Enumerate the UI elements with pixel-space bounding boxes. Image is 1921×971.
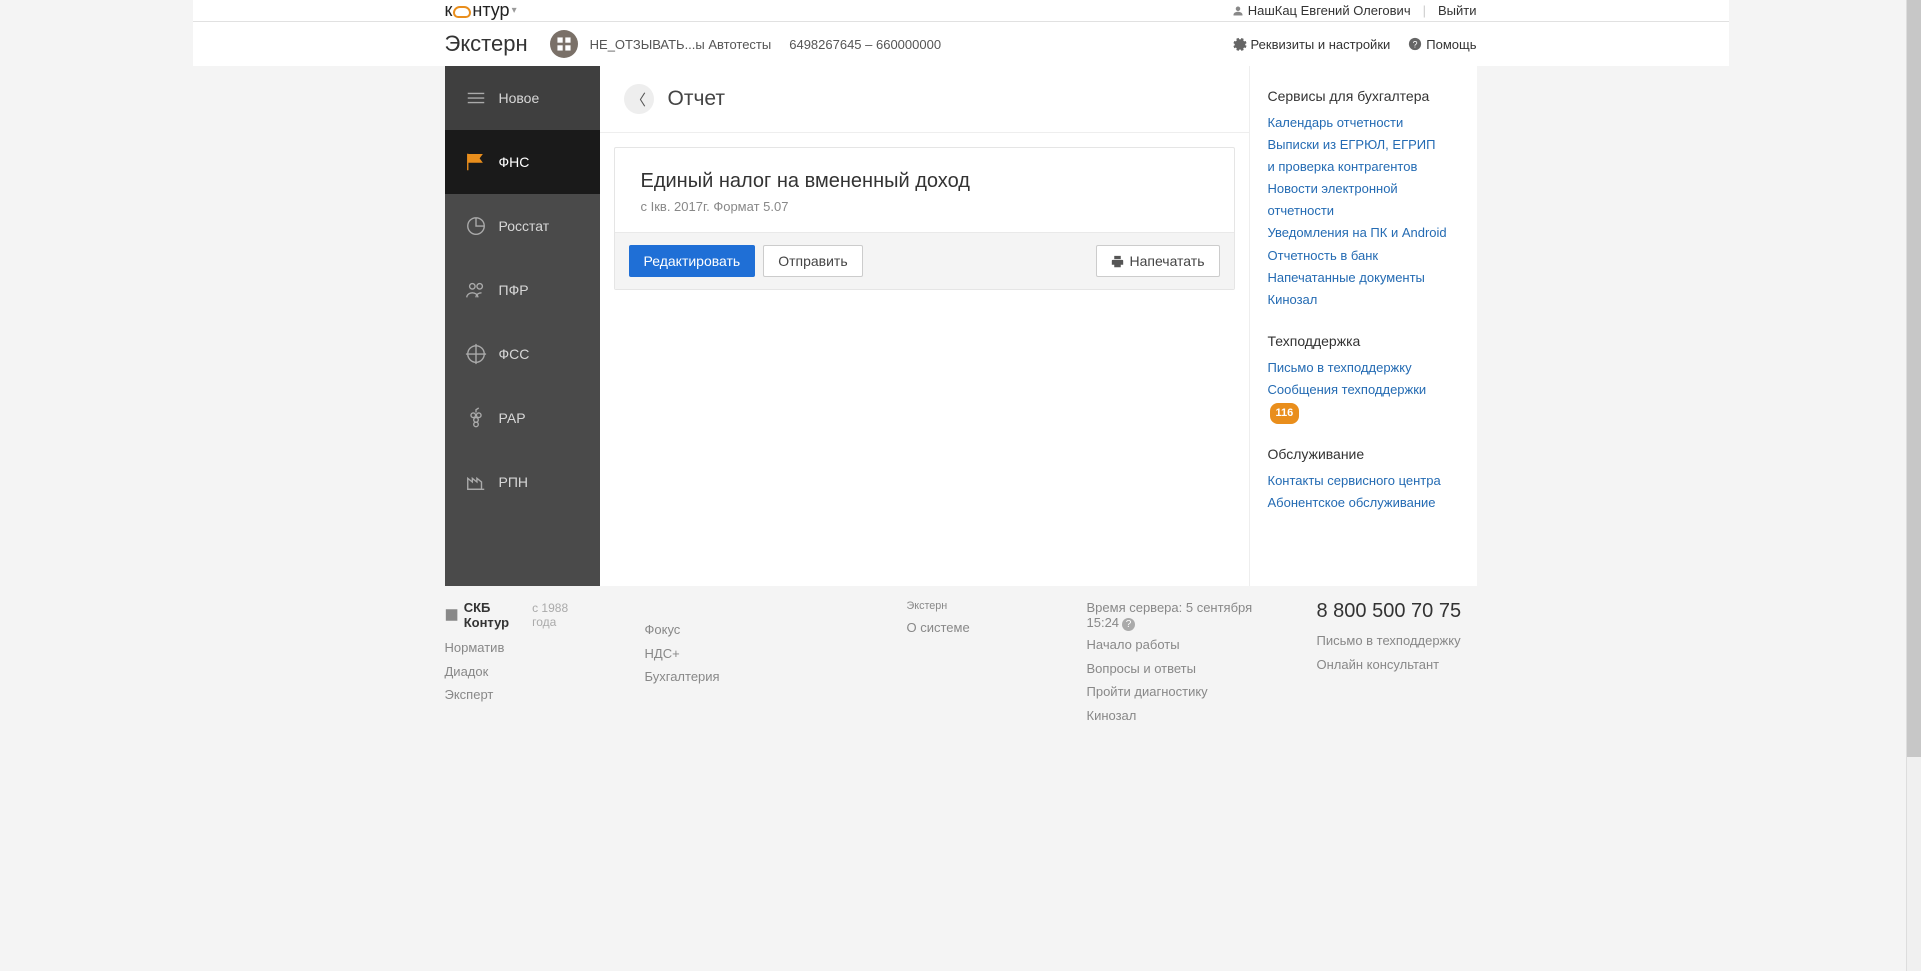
page-title: Отчет [668, 87, 726, 111]
settings-link[interactable]: Реквизиты и настройки [1233, 37, 1391, 52]
server-time: Время сервера: 5 сентября 15:24? [1087, 600, 1257, 631]
flink-start[interactable]: Начало работы [1087, 635, 1257, 655]
help-icon[interactable]: ? [1122, 618, 1135, 631]
edit-button[interactable]: Редактировать [629, 245, 756, 277]
link-news[interactable]: Новости электронной отчетности [1268, 178, 1459, 222]
link-notify[interactable]: Уведомления на ПК и Android [1268, 222, 1459, 244]
org-number: 6498267645 – 660000000 [789, 37, 941, 52]
sidebar: Новое ФНС Росстат ПФР ФСС РАР [445, 66, 600, 586]
gear-icon [1233, 37, 1247, 51]
separator: | [1423, 3, 1426, 18]
grapes-icon [465, 407, 487, 429]
nav-rpn[interactable]: РПН [445, 450, 600, 514]
help-icon: ? [1408, 37, 1422, 51]
org-switcher[interactable] [550, 30, 578, 58]
back-button[interactable]: 〈 [624, 84, 654, 114]
services-heading: Сервисы для бухгалтера [1268, 88, 1459, 104]
flink-diag[interactable]: Пройти диагностику [1087, 682, 1257, 702]
flink-about[interactable]: О системе [907, 618, 1027, 638]
flink-expert[interactable]: Эксперт [445, 685, 585, 705]
link-subscription[interactable]: Абонентское обслуживание [1268, 492, 1459, 514]
support-heading: Техподдержка [1268, 333, 1459, 349]
right-panel: Сервисы для бухгалтера Календарь отчетно… [1249, 66, 1477, 586]
flink-diadok[interactable]: Диадок [445, 662, 585, 682]
link-printed[interactable]: Напечатанные документы [1268, 267, 1459, 289]
chevron-down-icon: ▾ [512, 5, 517, 16]
footer-extern: Экстерн [907, 600, 1027, 612]
report-card: Единый налог на вмененный доход с Iкв. 2… [614, 147, 1235, 290]
brand-logo[interactable]: кнтур▾ [445, 0, 517, 21]
list-icon [465, 87, 487, 109]
link-support-mail[interactable]: Письмо в техподдержку [1268, 357, 1459, 379]
user-name: НашКац Евгений Олегович [1248, 3, 1411, 18]
flink-nds[interactable]: НДС+ [645, 644, 755, 664]
report-title: Единый налог на вмененный доход [641, 170, 1208, 193]
svg-text:?: ? [1413, 40, 1418, 50]
print-button[interactable]: Напечатать [1096, 245, 1219, 277]
link-cinema[interactable]: Кинозал [1268, 289, 1459, 311]
flink-consult[interactable]: Онлайн консультант [1317, 655, 1477, 675]
link-service-contacts[interactable]: Контакты сервисного центра [1268, 470, 1459, 492]
service-heading: Обслуживание [1268, 446, 1459, 462]
footer-brand: СКБ Контур [464, 600, 526, 630]
link-support-msgs[interactable]: Сообщения техподдержки 116 [1268, 379, 1459, 424]
nav-fns[interactable]: ФНС [445, 130, 600, 194]
support-badge: 116 [1270, 403, 1300, 424]
factory-icon [465, 471, 487, 493]
flag-icon [465, 151, 487, 173]
logout-link[interactable]: Выйти [1438, 3, 1477, 18]
scrollbar-thumb[interactable] [1907, 0, 1921, 757]
target-icon [465, 343, 487, 365]
flink-faq[interactable]: Вопросы и ответы [1087, 659, 1257, 679]
print-icon [1111, 255, 1124, 268]
flink-focus[interactable]: Фокус [645, 620, 755, 640]
help-link[interactable]: ? Помощь [1408, 37, 1476, 52]
nav-rosstat[interactable]: Росстат [445, 194, 600, 258]
user-icon [1232, 5, 1244, 17]
grid-icon [557, 37, 571, 51]
flink-supmail[interactable]: Письмо в техподдержку [1317, 631, 1477, 651]
people-icon [465, 279, 487, 301]
flink-accounting[interactable]: Бухгалтерия [645, 667, 755, 687]
footer-since: с 1988 года [532, 601, 584, 629]
chevron-left-icon: 〈 [631, 89, 646, 110]
nav-pfr[interactable]: ПФР [445, 258, 600, 322]
link-egrul[interactable]: Выписки из ЕГРЮЛ, ЕГРИПи проверка контра… [1268, 134, 1459, 178]
org-name[interactable]: НЕ_ОТЗЫВАТЬ...ы Автотесты [590, 37, 772, 52]
cloud-icon [453, 6, 471, 18]
link-calendar[interactable]: Календарь отчетности [1268, 112, 1459, 134]
footer-phone: 8 800 500 70 75 [1317, 600, 1477, 623]
scrollbar[interactable] [1906, 0, 1921, 971]
piechart-icon [465, 215, 487, 237]
send-button[interactable]: Отправить [763, 245, 862, 277]
flink-normativ[interactable]: Норматив [445, 638, 585, 658]
report-subtitle: с Iкв. 2017г. Формат 5.07 [641, 199, 1208, 214]
nav-rar[interactable]: РАР [445, 386, 600, 450]
app-name: Экстерн [445, 31, 528, 57]
link-bank[interactable]: Отчетность в банк [1268, 245, 1459, 267]
nav-new[interactable]: Новое [445, 66, 600, 130]
user-link[interactable]: НашКац Евгений Олегович [1232, 3, 1411, 18]
flink-cinema2[interactable]: Кинозал [1087, 706, 1257, 726]
nav-fss[interactable]: ФСС [445, 322, 600, 386]
skb-logo-icon [445, 607, 458, 623]
